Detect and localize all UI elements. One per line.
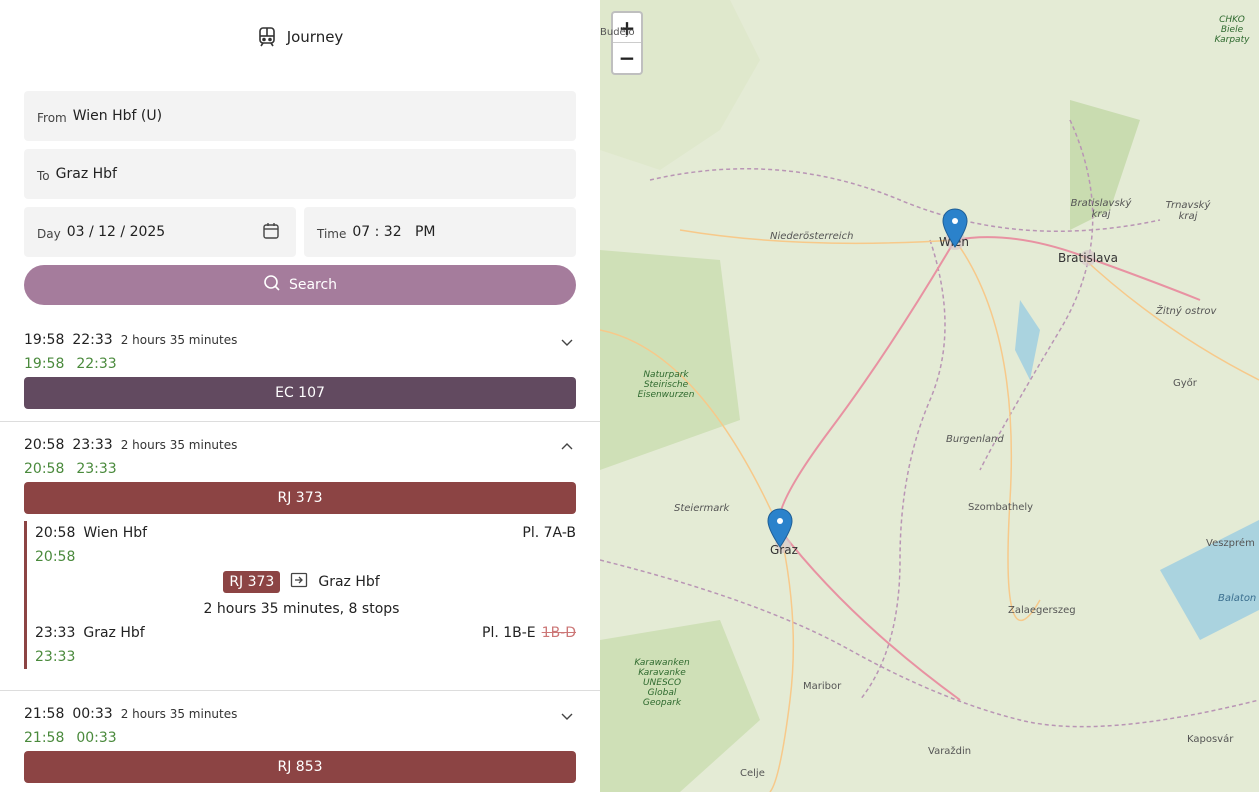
to-value[interactable]: Graz Hbf [56,166,117,182]
realtime-times: 21:58 00:33 [24,730,117,746]
train-bar: EC 107 [24,377,576,409]
journey-times: 21:58 00:33 2 hours 35 minutes [24,706,237,722]
park-label: CHKO Biele Karpaty [1214,15,1250,45]
departure-platform: Pl. 7A-B [522,525,576,541]
place-label: Bratislava [1058,251,1118,265]
detail-departure-realtime: 20:58 [35,549,76,565]
day-field[interactable]: Day 03 / 12 / 2025 [24,207,296,257]
place-label: Budějo [600,27,635,38]
page-header: Journey [0,26,600,48]
lake-label: Balaton [1218,593,1257,604]
journey-duration: 2 hours 35 minutes [120,438,238,452]
zoom-out-button[interactable]: − [613,43,641,73]
train-bar: RJ 853 [24,751,576,783]
place-label: Celje [740,768,765,779]
place-label: Zalaegerszeg [1008,605,1076,616]
detail-arrival-station: Graz Hbf [83,625,145,641]
place-label: Veszprém [1206,538,1255,549]
realtime-departure: 19:58 [24,356,65,372]
search-label: Search [288,277,338,293]
search-button[interactable]: Search [24,265,576,305]
leg-info: RJ 373 Graz Hbf [27,571,576,593]
departure-time: 20:58 [24,437,65,453]
divider [0,690,600,691]
train-bar: RJ 373 [24,482,576,514]
time-value[interactable]: 07 : 32 PM [352,224,435,240]
chevron-down-icon[interactable] [560,332,574,351]
map-marker-icon[interactable] [767,508,793,552]
place-label: Szombathely [968,502,1034,513]
place-label: Žitný ostrov [1156,306,1217,317]
realtime-departure: 20:58 [24,461,65,477]
journey-duration: 2 hours 35 minutes [120,333,238,347]
detail-departure-station: Wien Hbf [83,525,148,541]
arrival-platform: Pl. 1B-E 1B-D [482,625,576,641]
direction-station: Graz Hbf [318,574,380,590]
realtime-times: 19:58 22:33 [24,356,117,372]
app: Journey From Wien Hbf (U) To Graz Hbf Da… [0,0,1259,792]
departure-time: 21:58 [24,706,65,722]
chevron-up-icon[interactable] [560,437,574,456]
place-label: Győr [1173,378,1197,389]
time-label: Time [317,226,347,241]
journey-duration: 2 hours 35 minutes [120,707,238,721]
departure-row: 20:58 Wien Hbf [35,525,576,541]
region-label: Niederösterreich [770,231,854,242]
map-background [600,0,1259,792]
detail-arrival-time: 23:33 [35,625,76,641]
journey-times: 19:58 22:33 2 hours 35 minutes [24,332,237,348]
arrival-time: 00:33 [72,706,113,722]
leg-summary: 2 hours 35 minutes, 8 stops [203,601,400,617]
map-marker-icon[interactable] [942,208,968,252]
time-field[interactable]: Time 07 : 32 PM [304,207,576,257]
park-label: Karawanken Karavanke UNESCO Global Geopa… [634,658,690,708]
zoom-control: + − [611,11,643,75]
from-field[interactable]: From Wien Hbf (U) [24,91,576,141]
journey-panel: Journey From Wien Hbf (U) To Graz Hbf Da… [0,0,600,792]
region-label: Trnavský kraj [1165,200,1211,222]
arrival-time: 23:33 [72,437,113,453]
place-label: Kaposvár [1187,734,1234,745]
place-label: Maribor [803,681,842,692]
region-label: Bratislavský kraj [1070,198,1132,220]
to-label: To [37,168,50,183]
from-label: From [37,110,67,125]
search-icon [263,274,281,296]
place-label: Varaždin [928,746,972,757]
train-icon [257,26,277,48]
region-label: Steiermark [674,503,730,514]
journey-times: 20:58 23:33 2 hours 35 minutes [24,437,237,453]
detail-departure-time: 20:58 [35,525,76,541]
page-title: Journey [286,28,344,46]
realtime-departure: 21:58 [24,730,65,746]
journey-detail: 20:58 Wien Hbf Pl. 7A-B 20:58 RJ 373 Gra… [24,521,576,669]
realtime-arrival: 22:33 [76,356,117,372]
train-badge[interactable]: RJ 373 [223,571,281,593]
realtime-times: 20:58 23:33 [24,461,117,477]
divider [0,421,600,422]
to-field[interactable]: To Graz Hbf [24,149,576,199]
departure-time: 19:58 [24,332,65,348]
realtime-arrival: 00:33 [76,730,117,746]
day-label: Day [37,226,61,241]
direction-icon [290,572,308,592]
realtime-arrival: 23:33 [76,461,117,477]
map[interactable]: + − Wien Graz Bratislava Szombathely Mar… [600,0,1259,792]
arrival-platform-old: 1B-D [541,625,576,641]
from-value[interactable]: Wien Hbf (U) [73,108,162,124]
park-label: Naturpark Steirische Eisenwurzen [637,370,695,400]
day-value[interactable]: 03 / 12 / 2025 [67,224,166,240]
detail-arrival-realtime: 23:33 [35,649,76,665]
arrival-platform-new: Pl. 1B-E [482,625,536,641]
arrival-time: 22:33 [72,332,113,348]
calendar-icon[interactable] [262,222,280,244]
chevron-down-icon[interactable] [560,706,574,725]
region-label: Burgenland [946,434,1004,445]
